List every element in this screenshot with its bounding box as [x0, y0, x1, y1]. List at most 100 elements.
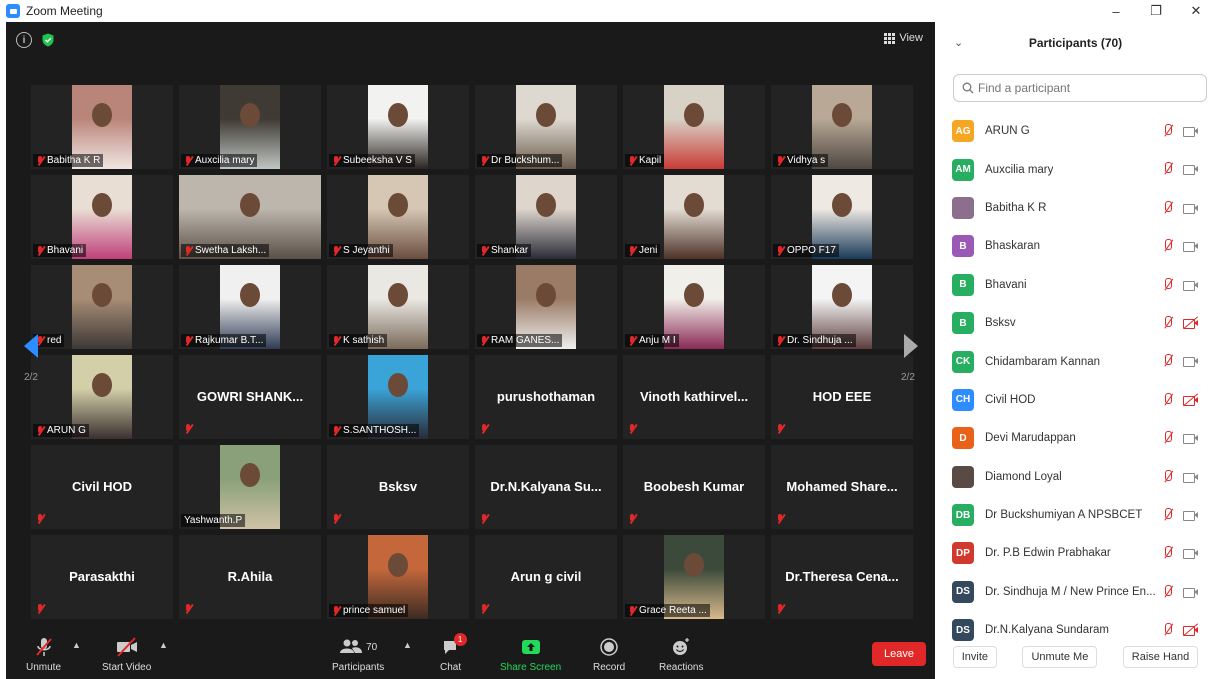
participant-video-tile[interactable]: Vidhya s: [771, 85, 913, 169]
participant-video-tile[interactable]: Boobesh Kumar: [623, 445, 765, 529]
view-button[interactable]: View: [884, 32, 923, 44]
next-page-arrow[interactable]: [904, 334, 918, 358]
participant-list-item[interactable]: B Bsksv: [940, 304, 1211, 342]
record-button[interactable]: Record: [593, 636, 625, 673]
participants-options-chevron-icon[interactable]: ▲: [403, 640, 412, 650]
participant-video-tile[interactable]: prince samuel: [327, 535, 469, 619]
participant-video-tile[interactable]: GOWRI SHANK...: [179, 355, 321, 439]
info-icon[interactable]: i: [16, 32, 32, 48]
record-label: Record: [593, 662, 626, 673]
participant-video-tile[interactable]: Parasakthi: [31, 535, 173, 619]
participant-list-item[interactable]: B Bhavani: [940, 266, 1211, 304]
microphone-muted-icon: [1162, 353, 1174, 369]
participants-button[interactable]: 70 Participants: [332, 636, 384, 673]
participant-search[interactable]: [953, 74, 1207, 102]
participant-name-label: S.SANTHOSH...: [329, 424, 420, 437]
participant-video-tile[interactable]: Swetha Laksh...: [179, 175, 321, 259]
leave-button[interactable]: Leave: [872, 642, 926, 666]
unmute-me-button[interactable]: Unmute Me: [1022, 646, 1098, 668]
participant-video-tile[interactable]: Civil HOD: [31, 445, 173, 529]
participant-list-name: Dr. P.B Edwin Prabhakar: [985, 547, 1111, 560]
view-label: View: [899, 32, 923, 44]
participant-video-tile[interactable]: Dr.Theresa Cena...: [771, 535, 913, 619]
reactions-button[interactable]: Reactions: [659, 636, 703, 673]
participant-video-tile[interactable]: R.Ahila: [179, 535, 321, 619]
participant-list-item[interactable]: AM Auxcilia mary: [940, 150, 1211, 188]
participant-video-tile[interactable]: OPPO F17: [771, 175, 913, 259]
participant-video-tile[interactable]: red: [31, 265, 173, 349]
start-video-button[interactable]: Start Video: [102, 636, 151, 673]
participant-video-tile[interactable]: Babitha K R: [31, 85, 173, 169]
chat-button[interactable]: 1 Chat: [440, 633, 467, 673]
participant-video-tile[interactable]: Yashwanth.P: [179, 445, 321, 529]
participant-video-tile[interactable]: Shankar: [475, 175, 617, 259]
participant-list-item[interactable]: DP Dr. P.B Edwin Prabhakar: [940, 534, 1211, 572]
participant-video-tile[interactable]: K sathish: [327, 265, 469, 349]
participant-list-item[interactable]: CH Civil HOD: [940, 381, 1211, 419]
avatar: B: [952, 273, 974, 296]
participant-video-tile[interactable]: ARUN G: [31, 355, 173, 439]
camera-icon: [1183, 125, 1199, 137]
participant-name: Dr. Sindhuja ...: [787, 335, 853, 346]
shield-icon[interactable]: [40, 32, 56, 48]
participant-video-tile[interactable]: HOD EEE: [771, 355, 913, 439]
participant-video-tile[interactable]: RAM GANES...: [475, 265, 617, 349]
participant-list-item[interactable]: CK Chidambaram Kannan: [940, 342, 1211, 380]
participant-name: red: [47, 335, 62, 346]
camera-icon: [1183, 163, 1199, 176]
unmute-label: Unmute: [26, 662, 62, 673]
participant-name: K sathish: [343, 335, 385, 346]
camera-off-icon: [1183, 393, 1199, 406]
participant-video-tile[interactable]: Rajkumar B.T...: [179, 265, 321, 349]
raise-hand-button[interactable]: Raise Hand: [1122, 646, 1199, 668]
participant-name: Mohamed Share...: [786, 479, 898, 494]
participant-video-tile[interactable]: Kapil: [623, 85, 765, 169]
participant-video-tile[interactable]: Arun g civil: [475, 535, 617, 619]
audio-options-chevron-icon[interactable]: ▲: [72, 640, 81, 650]
participant-list-item[interactable]: D Devi Marudappan: [940, 419, 1211, 457]
participant-video-tile[interactable]: Dr Buckshum...: [475, 85, 617, 169]
participant-face: [684, 193, 704, 218]
participant-status-icons: [1162, 545, 1199, 561]
participant-video-tile[interactable]: Dr.N.Kalyana Su...: [475, 445, 617, 529]
participant-name: Shankar: [491, 245, 529, 256]
microphone-muted-icon: [1162, 315, 1174, 331]
participant-video-tile[interactable]: Dr. Sindhuja ...: [771, 265, 913, 349]
microphone-muted-icon: [34, 636, 54, 658]
participant-video-tile[interactable]: Subeeksha V S: [327, 85, 469, 169]
participant-face: [832, 283, 852, 308]
participant-list-item[interactable]: DB Dr Buckshumiyan A NPSBCET: [940, 496, 1211, 534]
participant-name: Dr.N.Kalyana Su...: [490, 479, 602, 494]
participant-name: Boobesh Kumar: [643, 479, 745, 494]
participant-video-tile[interactable]: Jeni: [623, 175, 765, 259]
close-button[interactable]: ✕: [1176, 0, 1211, 22]
participant-name-label: ARUN G: [33, 424, 89, 437]
participant-video-tile[interactable]: S.SANTHOSH...: [327, 355, 469, 439]
restore-button[interactable]: ❐: [1136, 0, 1176, 22]
previous-page-arrow[interactable]: [24, 334, 38, 358]
video-options-chevron-icon[interactable]: ▲: [159, 640, 168, 650]
participant-video-tile[interactable]: Anju M I: [623, 265, 765, 349]
participant-video-tile[interactable]: Bhavani: [31, 175, 173, 259]
minimize-button[interactable]: –: [1096, 0, 1136, 22]
participant-list-item[interactable]: AG ARUN G: [940, 112, 1211, 150]
participant-video-tile[interactable]: Bsksv: [327, 445, 469, 529]
invite-button[interactable]: Invite: [952, 646, 998, 668]
microphone-muted-icon: [1162, 584, 1174, 600]
share-screen-button[interactable]: Share Screen: [500, 636, 561, 673]
unmute-button[interactable]: Unmute: [26, 636, 61, 673]
microphone-muted-icon: [1162, 123, 1174, 139]
participants-panel-footer: Invite Unmute Me Raise Hand: [940, 642, 1211, 672]
participant-list-item[interactable]: Babitha K R: [940, 189, 1211, 227]
participant-video-tile[interactable]: Grace Reeta ...: [623, 535, 765, 619]
participant-video-tile[interactable]: Vinoth kathirvel...: [623, 355, 765, 439]
participant-video-tile[interactable]: Mohamed Share...: [771, 445, 913, 529]
participant-list-item[interactable]: Diamond Loyal: [940, 458, 1211, 496]
participant-video-feed: [664, 85, 724, 169]
participant-video-tile[interactable]: S Jeyanthi: [327, 175, 469, 259]
participant-video-tile[interactable]: purushothaman: [475, 355, 617, 439]
participant-video-tile[interactable]: Auxcilia mary: [179, 85, 321, 169]
participant-list-item[interactable]: DS Dr. Sindhuja M / New Prince En...: [940, 573, 1211, 611]
participant-list-item[interactable]: B Bhaskaran: [940, 227, 1211, 265]
search-input[interactable]: [978, 81, 1178, 95]
